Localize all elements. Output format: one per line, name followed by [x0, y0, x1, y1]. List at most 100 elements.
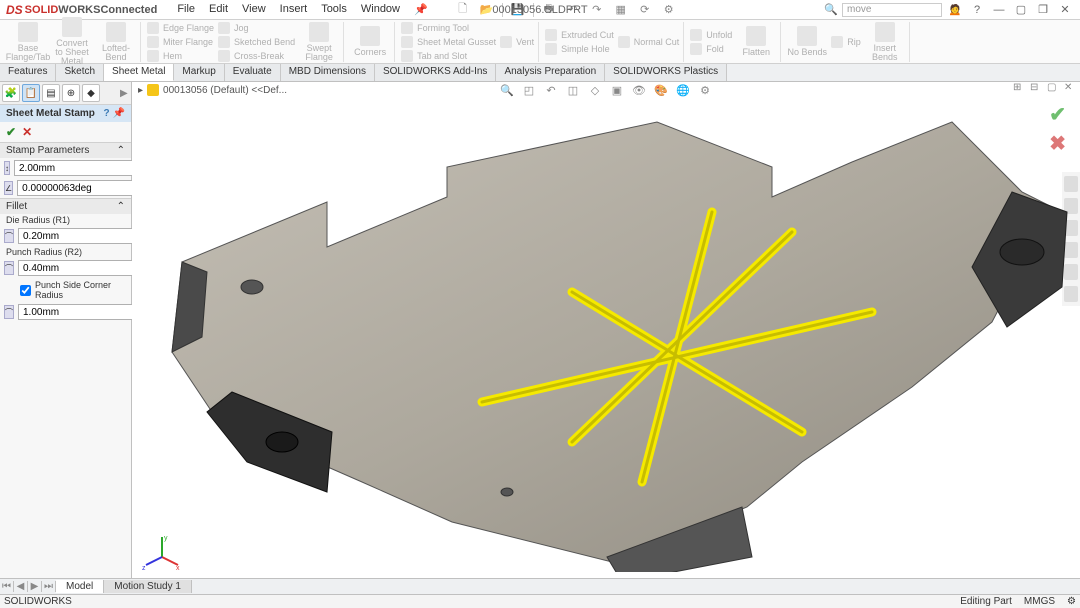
punch-side-corner-checkbox[interactable]: Punch Side Corner Radius: [0, 278, 131, 302]
status-app-name: SOLIDWORKS: [4, 596, 72, 607]
pm-ok-button[interactable]: ✔: [6, 125, 16, 139]
menu-tools[interactable]: Tools: [315, 1, 353, 18]
cmd-fold: Fold: [690, 42, 732, 55]
pm-pin-icon[interactable]: 📌: [113, 108, 125, 119]
menu-window[interactable]: Window: [355, 1, 406, 18]
help-icon[interactable]: ?: [968, 2, 986, 18]
cmd-vent: Vent: [500, 35, 534, 48]
pm-cancel-button[interactable]: ✕: [22, 125, 32, 139]
status-mode: Editing Part: [960, 596, 1012, 607]
tab-analysis-preparation[interactable]: Analysis Preparation: [496, 64, 605, 81]
cmd-cross-break: Cross-Break: [218, 49, 295, 62]
minimize-icon[interactable]: —: [990, 2, 1008, 18]
qat-options-icon[interactable]: ⚙: [660, 2, 678, 18]
status-customize-icon[interactable]: ⚙: [1067, 596, 1076, 607]
pm-feature-name: Sheet Metal Stamp: [6, 108, 95, 119]
pm-title-bar: Sheet Metal Stamp ? 📌: [0, 105, 131, 122]
cmd-hem: Hem: [147, 49, 214, 62]
pm-help-icon[interactable]: ?: [103, 108, 109, 119]
bottom-nav-next-icon[interactable]: ▶: [28, 581, 42, 592]
menu-view[interactable]: View: [236, 1, 272, 18]
tab-sheet-metal[interactable]: Sheet Metal: [104, 64, 174, 81]
qat-new-icon[interactable]: 🗋: [454, 2, 472, 18]
logo-suffix-text: Connected: [100, 4, 157, 16]
tab-sketch[interactable]: Sketch: [56, 64, 104, 81]
tab-solidworks-plastics[interactable]: SOLIDWORKS Plastics: [605, 64, 727, 81]
menu-bar: File Edit View Insert Tools Window 📌: [171, 1, 433, 18]
panel-tab-feature-tree-icon[interactable]: 🧩: [2, 84, 20, 102]
cmd-miter-flange: Miter Flange: [147, 35, 214, 48]
tab-evaluate[interactable]: Evaluate: [225, 64, 281, 81]
cascade-icon[interactable]: ❐: [1034, 2, 1052, 18]
svg-text:x: x: [176, 565, 180, 572]
panel-tab-display-icon[interactable]: ◆: [82, 84, 100, 102]
bottom-nav-prev-icon[interactable]: ◀: [14, 581, 28, 592]
bottom-tab-model[interactable]: Model: [56, 580, 104, 593]
svg-text:y: y: [164, 535, 168, 542]
command-manager-tabs: Features Sketch Sheet Metal Markup Evalu…: [0, 64, 1080, 82]
cmd-no-bends: No Bends: [787, 26, 827, 57]
cmd-swept-flange: Swept Flange: [299, 22, 339, 62]
tab-markup[interactable]: Markup: [174, 64, 224, 81]
cmd-jog: Jog: [218, 21, 295, 34]
menu-insert[interactable]: Insert: [274, 1, 314, 18]
menu-pin-icon[interactable]: 📌: [408, 1, 434, 18]
cmd-gusset: Sheet Metal Gusset: [401, 35, 496, 48]
panel-tab-property-manager-icon[interactable]: 📋: [22, 84, 40, 102]
logo-works-text: WORKS: [58, 4, 100, 16]
notifications-icon[interactable]: 🙍: [946, 2, 964, 18]
corner-radius-icon: ⌒: [4, 305, 14, 319]
punch-side-corner-check-input[interactable]: [20, 285, 31, 296]
bottom-tab-motion-study[interactable]: Motion Study 1: [104, 580, 192, 593]
qat-rebuild-icon[interactable]: ⟳: [636, 2, 654, 18]
menu-file[interactable]: File: [171, 1, 201, 18]
search-icon[interactable]: 🔍: [824, 3, 838, 16]
panel-tab-dimxpert-icon[interactable]: ⊕: [62, 84, 80, 102]
main-area: 🧩 📋 ▤ ⊕ ◆ ▶ Sheet Metal Stamp ? 📌 ✔ ✕ St…: [0, 82, 1080, 590]
punch-radius-icon: ⌒: [4, 261, 14, 275]
die-radius-label: Die Radius (R1): [0, 214, 131, 226]
cmd-convert-sheet-metal: Convert to Sheet Metal: [52, 17, 92, 66]
cmd-lofted-bend: Lofted-Bend: [96, 22, 136, 62]
restore-icon[interactable]: ▢: [1012, 2, 1030, 18]
command-ribbon: Base Flange/Tab Convert to Sheet Metal L…: [0, 20, 1080, 64]
bottom-nav-last-icon[interactable]: ⏭: [42, 581, 56, 592]
fly-out-toggle[interactable]: ▶: [120, 88, 128, 99]
cmd-forming-tool: Forming Tool: [401, 21, 496, 34]
orientation-triad[interactable]: y x z: [142, 532, 182, 572]
cmd-tab-slot: Tab and Slot: [401, 49, 496, 62]
panel-tab-config-icon[interactable]: ▤: [42, 84, 60, 102]
depth-icon: ↕: [4, 161, 10, 175]
collapse-icon: ⌃: [117, 145, 125, 156]
collapse-icon: ⌃: [117, 201, 125, 212]
angle-icon: ∠: [4, 181, 13, 195]
model-view[interactable]: [152, 92, 1072, 572]
title-right-zone: 🔍 🙍 ? — ▢ ❐ ✕: [824, 2, 1080, 18]
menu-edit[interactable]: Edit: [203, 1, 234, 18]
tab-solidworks-addins[interactable]: SOLIDWORKS Add-Ins: [375, 64, 496, 81]
status-units[interactable]: MMGS: [1024, 596, 1055, 607]
graphics-area[interactable]: ▸ 00013056 (Default) <<Def... 🔍 ◰ ↶ ◫ ◇ …: [132, 82, 1080, 590]
cmd-normal-cut: Normal Cut: [618, 35, 680, 48]
logo-ds-icon: DS: [6, 3, 23, 17]
qat-select-icon[interactable]: ▦: [612, 2, 630, 18]
bottom-tab-strip: ⏮ ◀ ▶ ⏭ Model Motion Study 1: [0, 578, 1080, 594]
punch-radius-label: Punch Radius (R2): [0, 246, 131, 258]
bottom-nav-arrows: ⏮ ◀ ▶ ⏭: [0, 581, 56, 592]
cmd-rip: Rip: [831, 35, 861, 48]
bottom-nav-first-icon[interactable]: ⏮: [0, 581, 14, 592]
cmd-insert-bends: Insert Bends: [865, 22, 905, 62]
tree-expand-icon[interactable]: ▸: [138, 85, 143, 96]
cmd-extruded-cut: Extruded Cut: [545, 28, 614, 41]
pm-confirm-row: ✔ ✕: [0, 122, 131, 142]
tab-mbd-dimensions[interactable]: MBD Dimensions: [281, 64, 375, 81]
qat-redo-icon[interactable]: ↷: [588, 2, 606, 18]
pm-section-stamp-parameters[interactable]: Stamp Parameters⌃: [0, 142, 131, 158]
svg-text:z: z: [142, 565, 146, 572]
cmd-base-flange: Base Flange/Tab: [8, 22, 48, 62]
cmd-simple-hole: Simple Hole: [545, 42, 614, 55]
command-search-input[interactable]: [842, 3, 942, 17]
pm-section-fillet[interactable]: Fillet⌃: [0, 198, 131, 214]
close-icon[interactable]: ✕: [1056, 2, 1074, 18]
tab-features[interactable]: Features: [0, 64, 56, 81]
